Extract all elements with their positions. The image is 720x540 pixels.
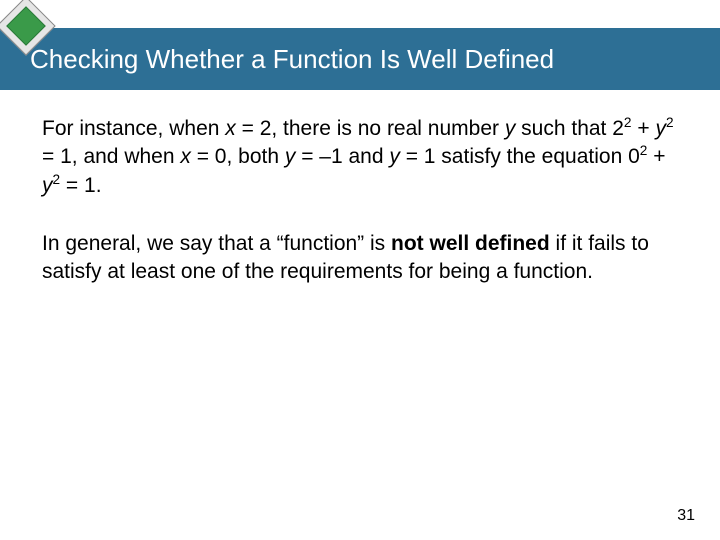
text: = 1, and when [42,145,180,168]
text: = 2, there is no real number [236,117,505,140]
text: = –1 and [295,145,389,168]
text: In general, we say that a “function” is [42,232,391,255]
text: For instance, when [42,117,225,140]
exponent: 2 [624,115,632,130]
text: = 1 satisfy the equation 0 [400,145,640,168]
paragraph-2: In general, we say that a “function” is … [42,230,678,287]
bold-term: not well defined [391,232,550,255]
text: = 1. [60,174,101,197]
var-y: y [655,117,666,140]
var-x: x [180,145,191,168]
var-y: y [285,145,296,168]
text: such that 2 [515,117,624,140]
text: = 0, both [191,145,285,168]
slide-title: Checking Whether a Function Is Well Defi… [30,44,554,75]
var-x: x [225,117,236,140]
title-bar: Checking Whether a Function Is Well Defi… [0,28,720,90]
var-y: y [505,117,516,140]
page-number: 31 [677,507,695,525]
exponent: 2 [666,115,674,130]
exponent: 2 [53,172,61,187]
text: + [647,145,665,168]
text: + [632,117,656,140]
var-y: y [389,145,400,168]
paragraph-1: For instance, when x = 2, there is no re… [42,115,678,200]
var-y: y [42,174,53,197]
content-area: For instance, when x = 2, there is no re… [42,115,678,317]
